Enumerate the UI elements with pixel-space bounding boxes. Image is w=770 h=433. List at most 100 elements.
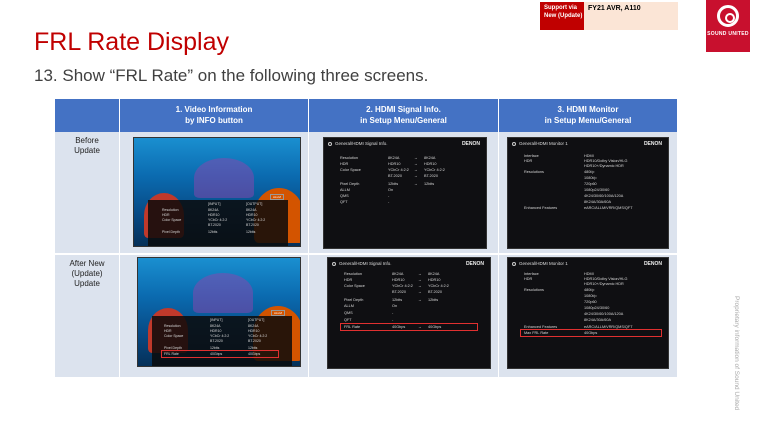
- page-subtitle: 13. Show “FRL Rate” on the following thr…: [34, 66, 429, 85]
- monitor-value: 8K24A/30A/60A: [584, 200, 612, 204]
- arrow-icon: →: [414, 168, 418, 172]
- signal-output: YCbCr 4:2:2: [424, 168, 445, 172]
- monitor-value: 1080p24/30/60: [584, 306, 610, 310]
- monitor-value: HDR10+/Dynamic HDR: [584, 282, 624, 286]
- monitor-label: HDR: [524, 159, 533, 163]
- osd-output: 12bits: [246, 230, 256, 234]
- monitor-value: HDR10+/Dynamic HDR: [584, 164, 624, 168]
- osd-input: 8K24A: [208, 208, 219, 212]
- column-header-line1: 1. Video Information: [175, 105, 253, 114]
- monitor-label: Resolutions: [524, 170, 544, 174]
- row-divider: [55, 253, 677, 255]
- monitor-value: 480i/p: [584, 288, 595, 292]
- hdmi-monitor-screen-before: General/HDMI Monitor 1 DENON Interface H…: [507, 137, 669, 249]
- signal-input: BT.2020: [388, 174, 402, 178]
- signal-input: -: [392, 311, 394, 315]
- row-label-line: Update: [74, 146, 100, 155]
- signal-label: HDR: [344, 278, 353, 282]
- osd-output: BT.2020: [246, 223, 259, 227]
- signal-label: Resolution: [340, 156, 358, 160]
- logo-text: SOUND UNITED: [707, 31, 749, 37]
- gear-icon: [512, 142, 516, 146]
- osd-input: BT.2020: [210, 339, 223, 343]
- column-header-line1: 2. HDMI Signal Info.: [366, 105, 441, 114]
- row-label-before: Before Update: [55, 136, 119, 156]
- monitor-value: 4K24/30/60/100A/120A: [584, 312, 624, 316]
- signal-input: HDR10: [392, 278, 405, 282]
- osd-output: YCbCr 4:2:2: [248, 334, 268, 338]
- video-info-screen-before: ALLM [INPUT] [OUTPUT] Resolution 8K24A 8…: [133, 137, 301, 247]
- monitor-value: 720p60: [584, 300, 597, 304]
- row-label-line: (Update): [71, 269, 103, 278]
- signal-input: -: [392, 318, 394, 322]
- column-header-line2: in Setup Menu/General: [544, 116, 632, 125]
- signal-label: QFT: [344, 318, 352, 322]
- brand-logo: DENON: [643, 141, 662, 147]
- signal-output: HDR10: [424, 162, 437, 166]
- gear-icon: [512, 262, 516, 266]
- screen-title: General/HDMI Signal Info.: [335, 141, 388, 146]
- input-header: [INPUT]: [210, 318, 223, 322]
- arrow-icon: →: [414, 162, 418, 166]
- coral-image: [194, 158, 254, 198]
- monitor-value: HDR10/Dolby Vision/HLG: [584, 277, 628, 281]
- osd-output: YCbCr 4:2:2: [246, 218, 266, 222]
- output-header: [OUTPUT]: [246, 202, 263, 206]
- monitor-value: 4K24/30/60/100A/120A: [584, 194, 624, 198]
- column-header-line1: 3. HDMI Monitor: [557, 105, 619, 114]
- monitor-value: 1080p24/30/60: [584, 188, 610, 192]
- coral-image: [193, 273, 253, 313]
- signal-input: 8K24A: [392, 272, 404, 276]
- osd-label: HDR: [162, 213, 170, 217]
- arrow-icon: →: [414, 182, 418, 186]
- osd-label: Resolution: [162, 208, 179, 212]
- osd-label: Pixel Depth: [162, 230, 180, 234]
- monitor-label: Resolutions: [524, 288, 544, 292]
- signal-label: ALLM: [344, 304, 354, 308]
- gear-icon: [332, 262, 336, 266]
- monitor-value: HDR10/Dolby Vision/HLG: [584, 159, 628, 163]
- row-label-line: Update: [74, 279, 100, 288]
- osd-label: Color Space: [162, 218, 182, 222]
- signal-label: Color Space: [340, 168, 361, 172]
- brand-logo: DENON: [465, 261, 484, 267]
- signal-label: QMS: [344, 311, 353, 315]
- osd-output: HDR10: [248, 329, 260, 333]
- frl-highlight-box: [520, 329, 662, 337]
- osd-label: HDR: [164, 329, 172, 333]
- signal-input: -: [388, 194, 390, 198]
- page-title: FRL Rate Display: [34, 28, 229, 56]
- signal-label: Pixel Depth: [344, 298, 364, 302]
- screen-title: General/HDMI Monitor 1: [519, 261, 568, 266]
- signal-label: HDR: [340, 162, 349, 166]
- arrow-icon: →: [414, 174, 418, 178]
- column-header-signal-info: 2. HDMI Signal Info. in Setup Menu/Gener…: [309, 99, 498, 132]
- signal-label: ALLM: [340, 188, 350, 192]
- frl-highlight-box: [161, 350, 279, 358]
- signal-input: BT.2020: [392, 290, 406, 294]
- monitor-label: Interface: [524, 154, 539, 158]
- monitor-value: 480i/p: [584, 170, 595, 174]
- osd-input: 12bits: [208, 230, 218, 234]
- row-label-after: After New (Update) Update: [55, 259, 119, 289]
- signal-output: 8K24A: [428, 272, 440, 276]
- signal-label: QFT: [340, 200, 348, 204]
- output-header: [OUTPUT]: [248, 318, 265, 322]
- signal-output: BT.2020: [428, 290, 442, 294]
- arrow-icon: →: [418, 298, 422, 302]
- screen-title: General/HDMI Monitor 1: [519, 141, 568, 146]
- signal-output: 12bits: [428, 298, 439, 302]
- signal-input: -: [388, 200, 390, 204]
- monitor-value: HDMI: [584, 154, 594, 158]
- signal-info-screen-after: General/HDMI Signal Info. DENON Resoluti…: [327, 257, 491, 369]
- monitor-value: eARC/ALLM/VRR/QMS/QFT: [584, 206, 633, 210]
- arrow-icon: →: [414, 156, 418, 160]
- signal-output: 12bits: [424, 182, 435, 186]
- signal-input: On: [392, 304, 398, 308]
- signal-label: Color Space: [344, 284, 365, 288]
- logo-ring-icon: [717, 5, 739, 27]
- support-value: FY21 AVR, A110: [588, 5, 641, 12]
- column-divider: [498, 99, 499, 377]
- column-header-line2: in Setup Menu/General: [360, 116, 447, 125]
- monitor-label: Interface: [524, 272, 539, 276]
